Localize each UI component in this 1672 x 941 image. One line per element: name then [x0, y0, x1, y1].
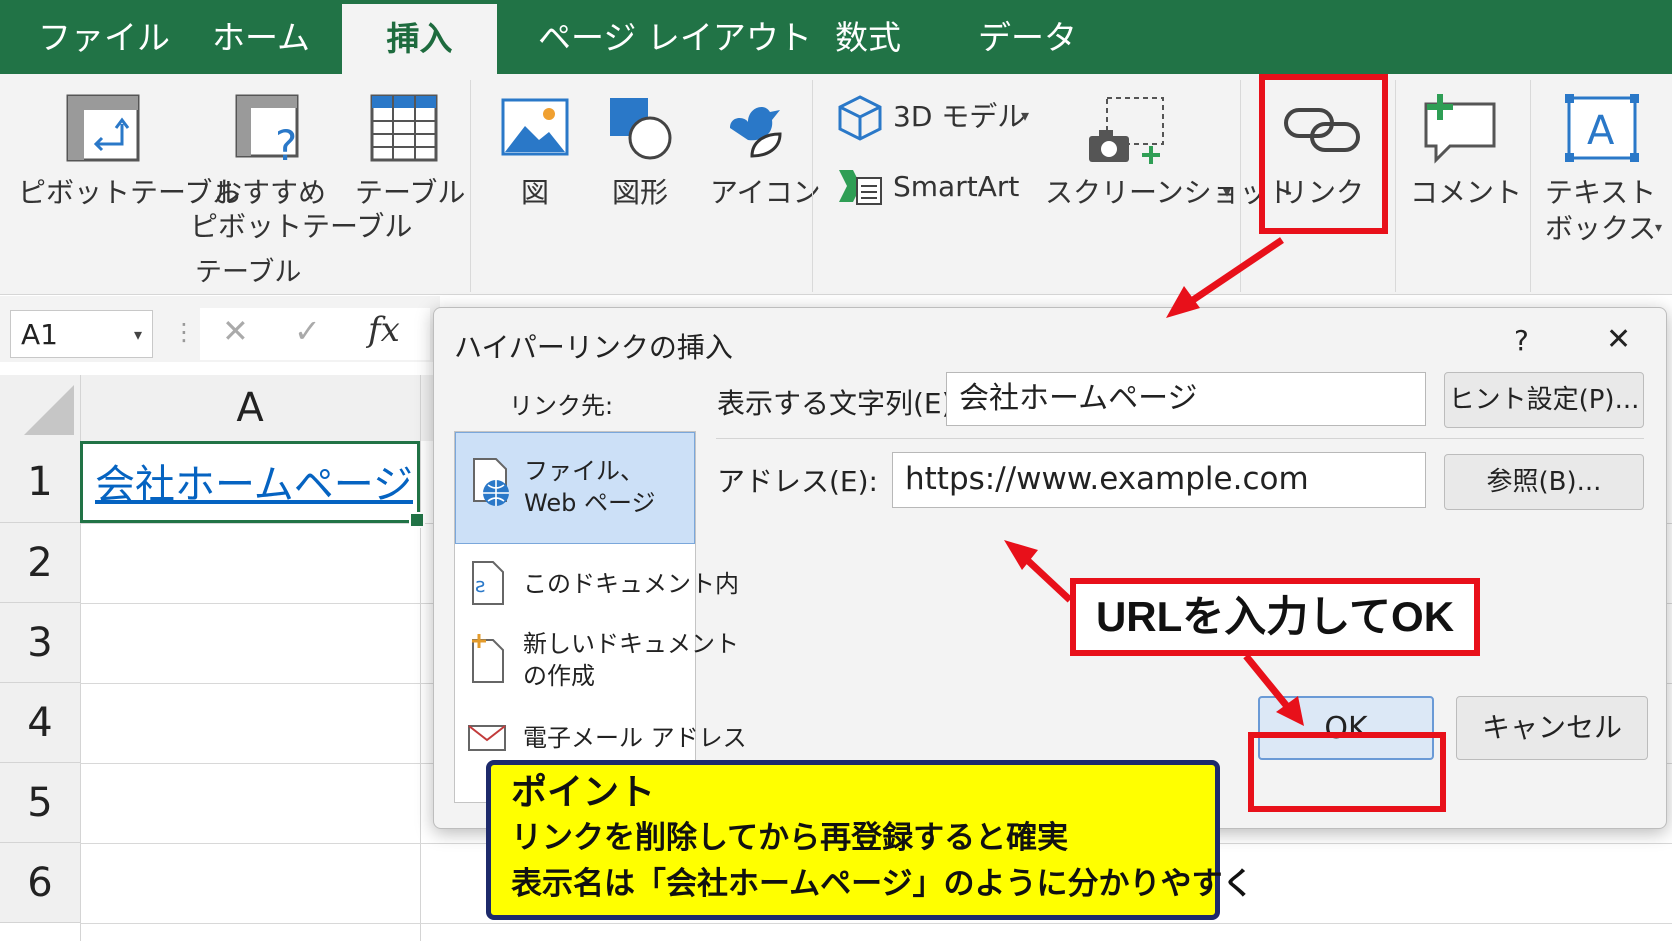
instruction-callout: URLを入力してOK — [1070, 578, 1480, 656]
arrow-to-dialog — [1188, 237, 1284, 305]
arrow-head — [1166, 286, 1200, 318]
arrow-to-ok — [1243, 653, 1293, 713]
point-note-line-1: リンクを削除してから再登録すると確実 — [511, 820, 1069, 856]
point-note-line-2: 表示名は「会社ホームページ」のように分かりやすく — [511, 866, 1254, 902]
point-note-title: ポイント — [511, 772, 656, 813]
arrow-to-address — [1021, 554, 1073, 603]
point-note: ポイント リンクを削除してから再登録すると確実 表示名は「会社ホームページ」のよ… — [486, 760, 1254, 920]
